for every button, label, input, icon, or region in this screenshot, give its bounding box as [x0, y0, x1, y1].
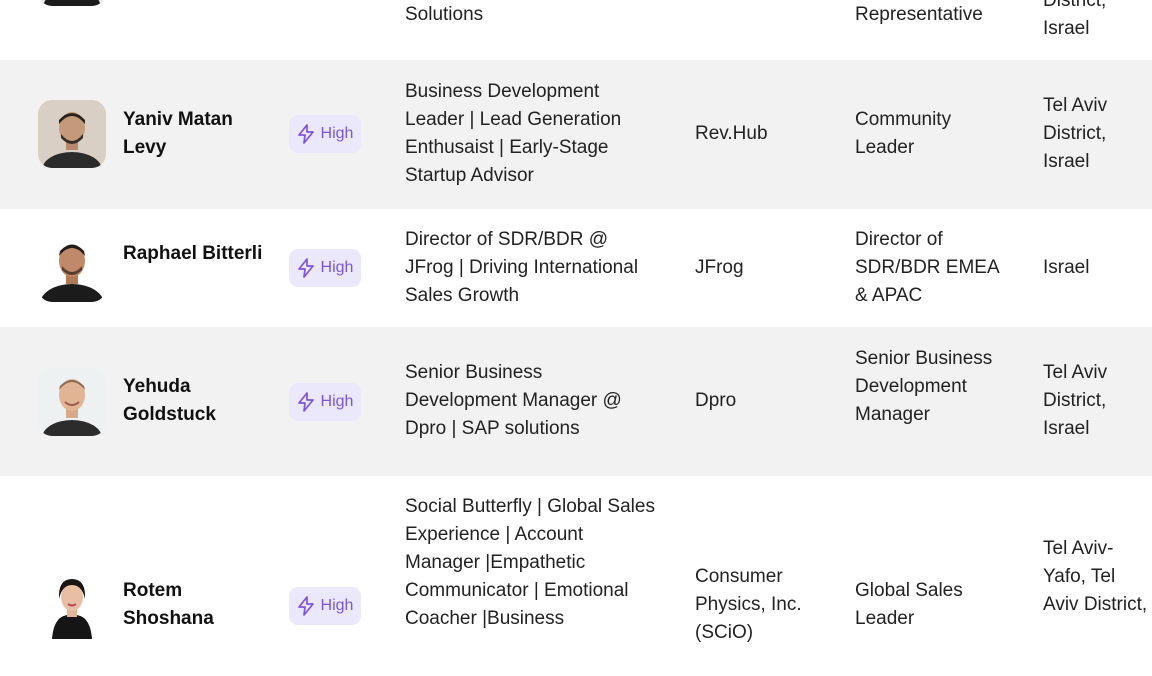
headline-cell: Solutions: [405, 4, 484, 25]
company-cell[interactable]: Rev.Hub: [695, 120, 825, 148]
avatar: [38, 100, 106, 168]
location-cell: Tel Aviv-Yafo, Tel Aviv District,: [1043, 538, 1148, 615]
table-row[interactable]: Raphael Bitterli High Director of SDR/BD…: [0, 209, 1152, 327]
company-cell[interactable]: Consumer Physics, Inc. (SCiO): [695, 563, 825, 647]
lead-name[interactable]: Yehuda Goldstuck: [123, 373, 273, 429]
lightning-icon: [297, 596, 314, 616]
headline-cell: Social Butterfly | Global Sales Experien…: [405, 496, 655, 629]
score-badge: High: [289, 383, 361, 421]
company-cell[interactable]: Dpro: [695, 387, 825, 415]
score-label: High: [320, 125, 354, 142]
table-row[interactable]: Yehuda Goldstuck High Senior Business De…: [0, 327, 1152, 476]
headline-cell: Senior Business Development Manager @ Dp…: [405, 362, 622, 439]
title-cell: Representative: [855, 4, 983, 25]
score-badge: High: [289, 249, 361, 287]
table-row[interactable]: Yaniv Matan Levy High Business Developme…: [0, 60, 1152, 209]
score-label: High: [320, 259, 354, 276]
title-cell: Director of SDR/BDR EMEA & APAC: [855, 229, 999, 306]
headline-cell: Business Development Leader | Lead Gener…: [405, 81, 622, 186]
avatar: [38, 368, 106, 436]
lightning-icon: [297, 392, 314, 412]
location-cell: Tel Aviv District, Israel: [1043, 362, 1108, 439]
score-label: High: [320, 597, 354, 614]
location-cell: District, Israel: [1043, 0, 1107, 39]
lead-name[interactable]: Yaniv Matan Levy: [123, 106, 273, 162]
avatar: [38, 234, 106, 302]
title-cell: Senior Business Development Manager: [855, 348, 993, 425]
avatar: [38, 571, 106, 639]
location-cell: Tel Aviv District, Israel: [1043, 95, 1108, 172]
title-cell: Global Sales Leader: [855, 580, 963, 629]
avatar: [38, 0, 106, 6]
title-cell: Community Leader: [855, 109, 952, 158]
table-row[interactable]: Rotem Shoshana High Social Butterfly | G…: [0, 476, 1152, 676]
table-row[interactable]: Solutions Representative District, Israe…: [0, 0, 1152, 60]
score-badge: High: [289, 587, 361, 625]
lead-name[interactable]: Raphael Bitterli: [123, 240, 273, 268]
lightning-icon: [297, 258, 314, 278]
company-cell[interactable]: JFrog: [695, 254, 825, 282]
score-label: High: [320, 393, 354, 410]
location-cell: Israel: [1043, 257, 1090, 278]
lightning-icon: [297, 124, 314, 144]
score-badge: High: [289, 115, 361, 153]
lead-name[interactable]: Rotem Shoshana: [123, 577, 273, 633]
headline-cell: Director of SDR/BDR @ JFrog | Driving In…: [405, 229, 639, 306]
